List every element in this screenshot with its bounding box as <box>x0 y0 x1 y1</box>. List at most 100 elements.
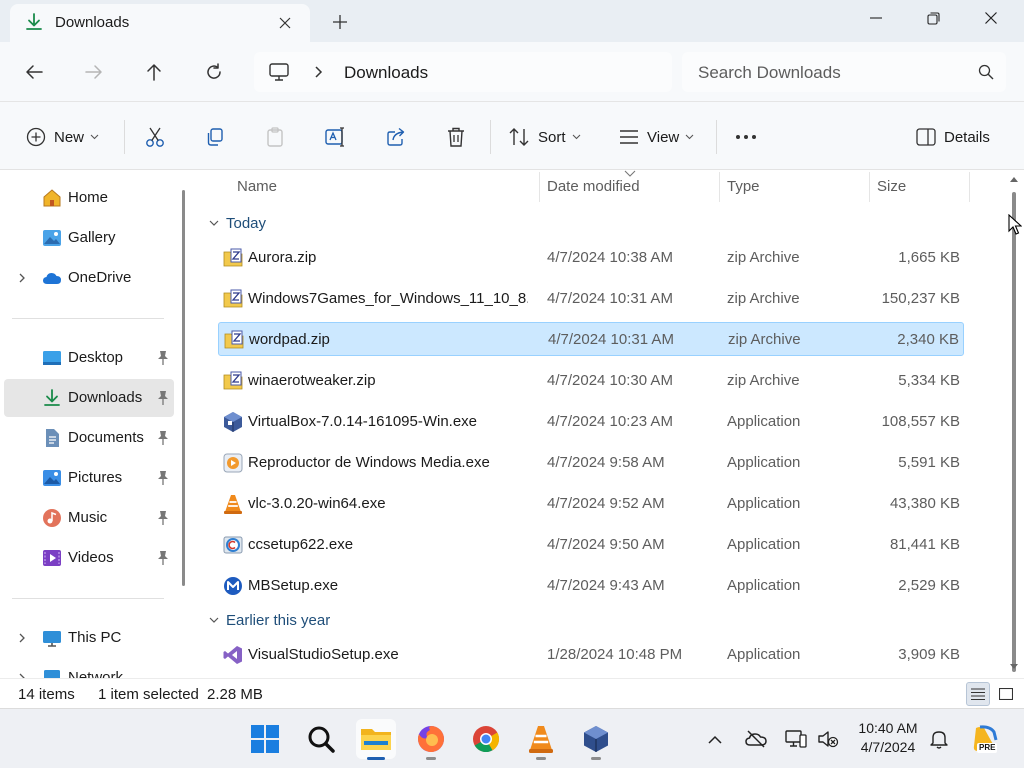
column-divider[interactable] <box>869 172 870 202</box>
back-button[interactable] <box>17 56 51 88</box>
view-button[interactable]: View <box>619 122 694 152</box>
nav-item-music[interactable]: Music <box>4 499 174 537</box>
nav-item-onedrive[interactable]: OneDrive <box>4 259 174 297</box>
up-button[interactable] <box>137 56 171 88</box>
tiles-view-button[interactable] <box>994 682 1018 706</box>
column-header-date[interactable]: Date modified <box>547 170 640 204</box>
refresh-button[interactable] <box>197 56 231 88</box>
show-hidden-icons-button[interactable] <box>703 727 727 751</box>
delete-button[interactable] <box>446 122 466 152</box>
nav-item-desktop[interactable]: Desktop <box>4 339 174 377</box>
close-window-button[interactable] <box>968 4 1014 32</box>
breadcrumb-downloads[interactable]: Downloads <box>344 63 428 83</box>
group-header-today[interactable]: Today <box>208 211 266 235</box>
file-size: 150,237 KB <box>881 290 960 307</box>
file-row[interactable]: Windows7Games_for_Windows_11_10_8.... 4/… <box>218 282 964 316</box>
nav-item-videos[interactable]: Videos <box>4 539 174 577</box>
paste-button[interactable] <box>265 122 285 152</box>
network-tray-icon[interactable] <box>784 727 808 751</box>
cloud-icon <box>43 273 61 284</box>
new-button[interactable]: New <box>26 122 99 152</box>
file-row-selected[interactable]: wordpad.zip 4/7/2024 10:31 AM zip Archiv… <box>218 322 964 356</box>
search-input[interactable]: Search Downloads <box>698 63 841 83</box>
file-row[interactable]: winaerotweaker.zip 4/7/2024 10:30 AM zip… <box>218 364 964 398</box>
column-divider[interactable] <box>719 172 720 202</box>
taskbar-vlc[interactable] <box>521 719 561 760</box>
details-pane-button[interactable]: Details <box>916 122 990 152</box>
taskbar-file-explorer[interactable] <box>356 719 396 760</box>
status-selection: 1 item selected <box>98 686 199 703</box>
taskbar-virtualbox[interactable] <box>576 719 616 760</box>
chevron-right-icon[interactable] <box>18 632 26 644</box>
folder-icon <box>361 729 391 750</box>
vlc-icon <box>529 726 553 753</box>
nav-item-documents[interactable]: Documents <box>4 419 174 457</box>
rename-button[interactable] <box>325 122 347 152</box>
file-row[interactable]: Aurora.zip 4/7/2024 10:38 AM zip Archive… <box>218 241 964 275</box>
column-header-size[interactable]: Size <box>877 170 906 204</box>
column-header-type[interactable]: Type <box>727 170 760 204</box>
file-date: 1/28/2024 10:48 PM <box>547 646 683 663</box>
scroll-thumb[interactable] <box>1012 192 1016 672</box>
start-button[interactable] <box>245 719 285 759</box>
nav-item-pictures[interactable]: Pictures <box>4 459 174 497</box>
virtualbox-icon <box>224 412 242 432</box>
taskbar-chrome[interactable] <box>466 719 506 759</box>
taskbar-firefox[interactable] <box>411 719 451 760</box>
more-options-button[interactable] <box>734 122 758 152</box>
taskbar-clock[interactable]: 10:40 AM 4/7/2024 <box>852 719 924 757</box>
clock-time: 10:40 AM <box>858 720 918 736</box>
restore-button[interactable] <box>910 4 956 32</box>
minimize-button[interactable] <box>853 4 899 32</box>
ccleaner-icon <box>223 536 243 554</box>
chevron-up-icon <box>708 735 722 744</box>
file-row[interactable]: MBSetup.exe 4/7/2024 9:43 AM Application… <box>218 569 964 603</box>
copilot-preview-button[interactable]: PRE <box>965 719 1005 759</box>
sort-icon <box>509 128 529 146</box>
file-row[interactable]: Reproductor de Windows Media.exe 4/7/202… <box>218 446 964 480</box>
cut-button[interactable] <box>145 122 165 152</box>
copy-button[interactable] <box>205 122 225 152</box>
speaker-muted-icon <box>818 731 839 748</box>
chevron-right-icon[interactable] <box>18 272 26 284</box>
nav-label: Pictures <box>68 469 123 486</box>
share-button[interactable] <box>386 122 406 152</box>
nav-item-network[interactable]: Network <box>4 659 174 678</box>
tab-close-button[interactable] <box>274 12 296 34</box>
file-list-scrollbar[interactable] <box>1008 170 1020 678</box>
details-label: Details <box>944 128 990 146</box>
nav-item-this-pc[interactable]: This PC <box>4 619 174 657</box>
pin-icon <box>158 431 168 445</box>
new-tab-button[interactable] <box>328 10 352 34</box>
taskbar-search-button[interactable] <box>301 719 341 759</box>
group-header-earlier-this-year[interactable]: Earlier this year <box>208 608 330 632</box>
status-selection-size: 2.28 MB <box>207 686 263 703</box>
status-items-count: 14 items <box>18 686 75 703</box>
scroll-down-icon[interactable] <box>1008 662 1020 672</box>
column-divider[interactable] <box>539 172 540 202</box>
tab-downloads[interactable]: Downloads <box>10 4 310 42</box>
mouse-cursor-icon <box>1008 214 1022 235</box>
details-view-button[interactable] <box>966 682 990 706</box>
address-bar[interactable]: Downloads <box>254 52 672 92</box>
file-row[interactable]: vlc-3.0.20-win64.exe 4/7/2024 9:52 AM Ap… <box>218 487 964 521</box>
volume-tray-icon[interactable] <box>816 727 840 751</box>
search-box[interactable]: Search Downloads <box>682 52 1006 92</box>
file-row[interactable]: VisualStudioSetup.exe 1/28/2024 10:48 PM… <box>218 638 964 672</box>
taskbar-active-indicator <box>367 757 385 760</box>
column-divider[interactable] <box>969 172 970 202</box>
notifications-button[interactable] <box>927 727 951 751</box>
sort-button[interactable]: Sort <box>508 122 581 152</box>
forward-button[interactable] <box>77 56 111 88</box>
file-row[interactable]: ccsetup622.exe 4/7/2024 9:50 AM Applicat… <box>218 528 964 562</box>
column-header-name[interactable]: Name <box>237 170 277 204</box>
scroll-up-icon[interactable] <box>1008 174 1020 184</box>
file-date: 4/7/2024 10:30 AM <box>547 372 673 389</box>
nav-item-gallery[interactable]: Gallery <box>4 219 174 257</box>
file-row[interactable]: VirtualBox-7.0.14-161095-Win.exe 4/7/202… <box>218 405 964 439</box>
onedrive-tray-icon[interactable] <box>744 727 768 751</box>
file-date: 4/7/2024 10:23 AM <box>547 413 673 430</box>
nav-item-downloads[interactable]: Downloads <box>4 379 174 417</box>
nav-item-home[interactable]: Home <box>4 179 174 217</box>
nav-scrollbar[interactable] <box>182 190 185 586</box>
